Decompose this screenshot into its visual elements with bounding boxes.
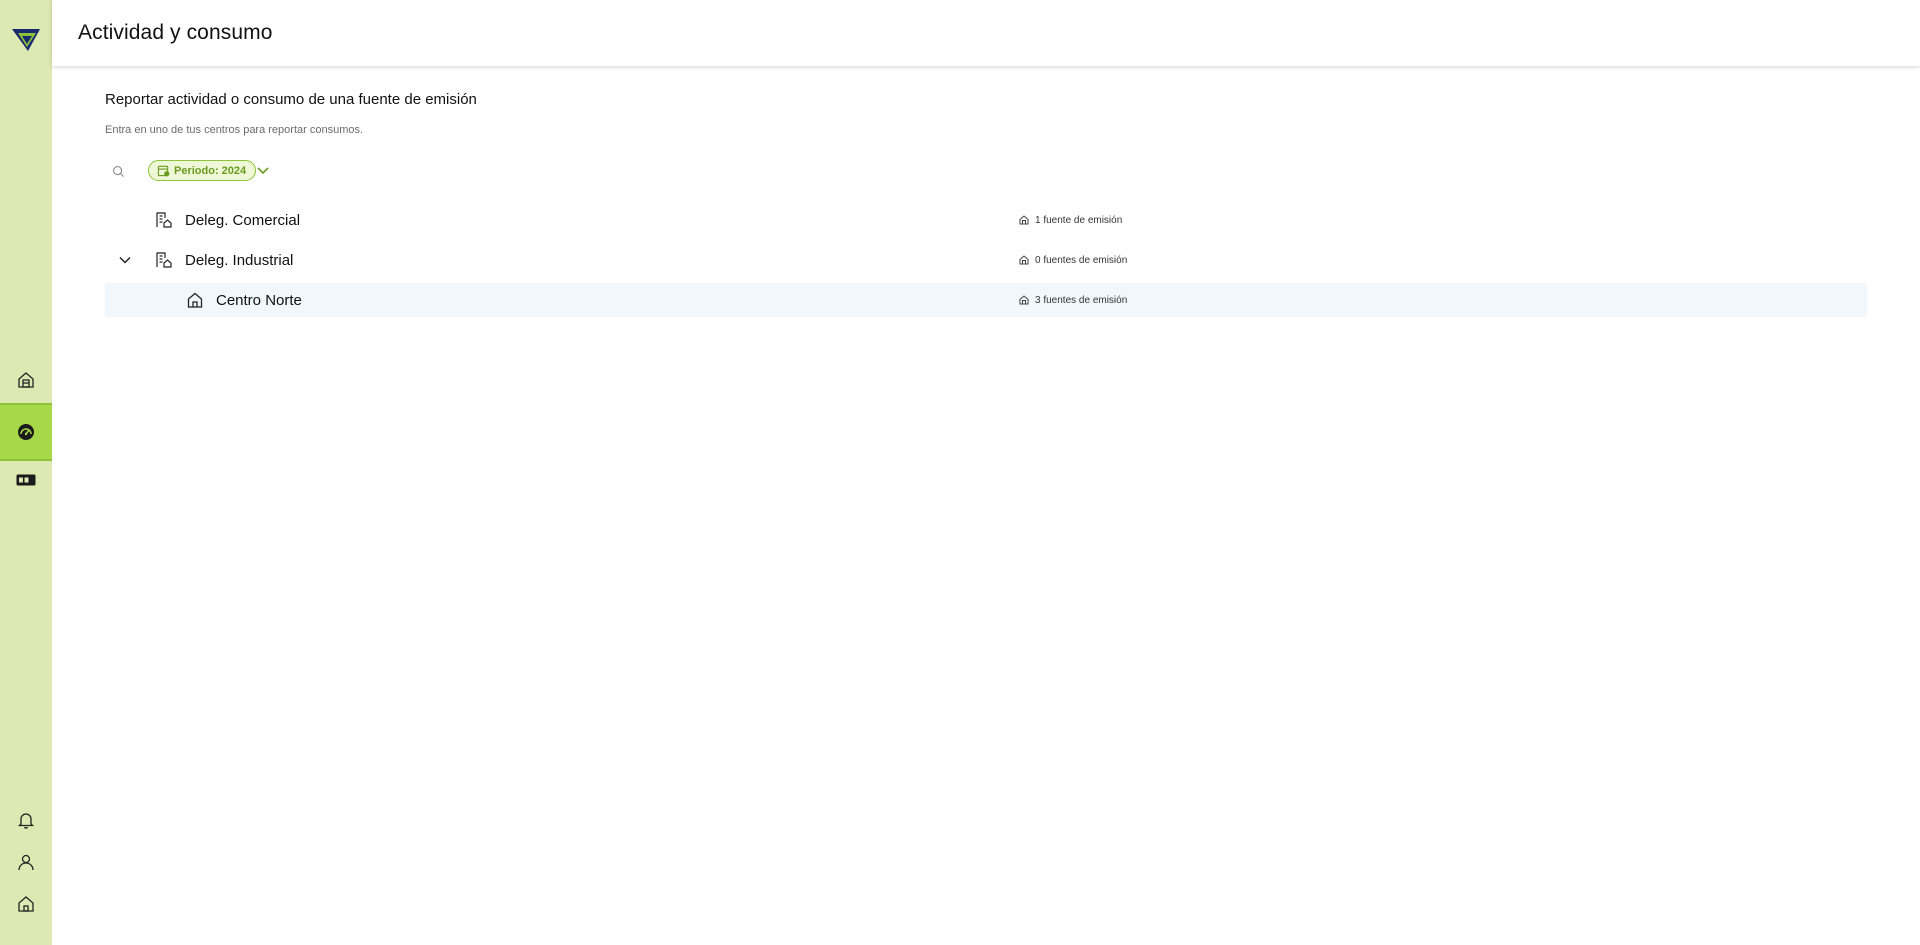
tree-row-deleg-industrial[interactable]: Deleg. Industrial 0 fuentes de emisión [105, 243, 1867, 277]
chevron-down-icon[interactable] [117, 252, 133, 268]
emission-source-count: 3 fuentes de emisión [1019, 295, 1127, 306]
sidebar [0, 0, 52, 945]
user-icon [18, 854, 34, 871]
building-icon [18, 372, 34, 388]
tree-row-label: Centro Norte [216, 291, 302, 309]
delegation-building-icon [156, 252, 172, 268]
sidebar-item-reports[interactable] [0, 458, 52, 502]
tree-row-deleg-comercial[interactable]: Deleg. Comercial 1 fuente de emisión [105, 203, 1867, 237]
section-title: Reportar actividad o consumo de una fuen… [105, 91, 477, 108]
gauge-icon [18, 424, 34, 440]
app-logo[interactable] [12, 27, 40, 53]
sidebar-item-home[interactable] [0, 882, 52, 926]
center-tree: Deleg. Comercial 1 fuente de emisión Del… [105, 203, 1867, 323]
tree-row-label: Deleg. Comercial [185, 211, 301, 229]
page-header: Actividad y consumo [52, 0, 1920, 66]
building-icon [1019, 215, 1029, 225]
home-icon [18, 896, 34, 912]
chevron-down-icon[interactable] [255, 162, 271, 178]
tree-row-label: Deleg. Industrial [185, 251, 294, 269]
calendar-icon [157, 165, 170, 177]
card-icon [16, 474, 36, 486]
period-filter-label: Periodo: 2024 [174, 164, 247, 177]
search-icon [112, 165, 124, 177]
sidebar-item-notifications[interactable] [0, 798, 52, 842]
building-icon [1019, 255, 1029, 265]
sidebar-item-centers[interactable] [0, 358, 52, 402]
building-icon [1019, 295, 1029, 305]
bell-icon [17, 813, 35, 829]
page-title: Actividad y consumo [78, 21, 273, 44]
emission-source-count-text: 3 fuentes de emisión [1035, 294, 1128, 306]
emission-source-count-text: 0 fuentes de emisión [1035, 254, 1128, 266]
emission-source-count: 0 fuentes de emisión [1019, 255, 1127, 266]
home-icon [187, 292, 203, 308]
period-filter-chip[interactable]: Periodo: 2024 [148, 160, 257, 181]
filter-toolbar: Periodo: 2024 [105, 158, 505, 184]
emission-source-count: 1 fuente de emisión [1019, 215, 1122, 226]
delegation-building-icon [156, 212, 172, 228]
emission-source-count-text: 1 fuente de emisión [1035, 214, 1123, 226]
tree-row-centro-norte[interactable]: Centro Norte 3 fuentes de emisión [105, 283, 1867, 317]
section-subtitle: Entra en uno de tus centros para reporta… [105, 124, 364, 136]
sidebar-item-consumption[interactable] [0, 403, 52, 461]
sidebar-item-profile[interactable] [0, 840, 52, 884]
search-button[interactable] [109, 162, 127, 180]
